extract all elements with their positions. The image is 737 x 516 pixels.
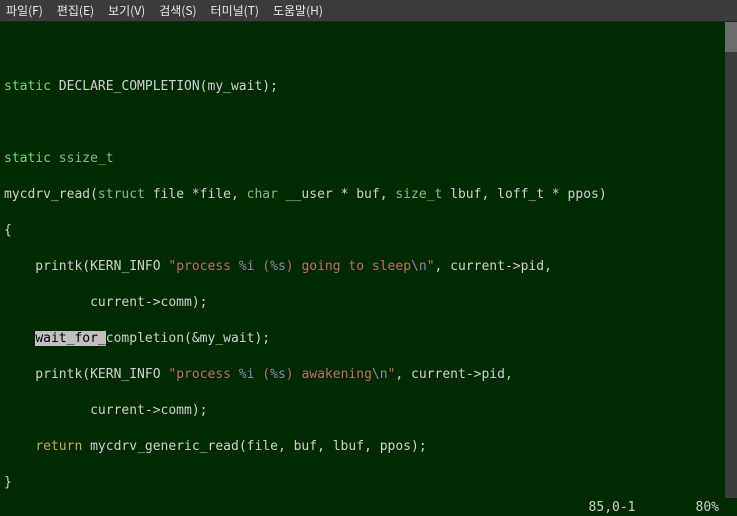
string: ) awakening [286,367,372,382]
menu-help[interactable]: 도움말(H) [273,2,323,19]
string: " [427,259,435,274]
string: "process [168,259,238,274]
string: ( [254,367,270,382]
string: ( [254,259,270,274]
menu-search[interactable]: 검색(S) [159,2,196,19]
menu-file[interactable]: 파일(F) [6,2,43,19]
code-text: DECLARE_COMPLETION(my_wait); [51,79,278,94]
format-spec: %i [239,259,255,274]
code-text: file *file, [145,187,247,202]
editor-pane[interactable]: static DECLARE_COMPLETION(my_wait); stat… [0,22,737,498]
code-text: completion(&my_wait); [106,331,270,346]
type-char: char [247,187,278,202]
keyword-static: static [4,79,51,94]
format-spec: %i [239,367,255,382]
code-text: mycdrv_read( [4,187,98,202]
menu-view[interactable]: 보기(V) [108,2,145,19]
menu-edit[interactable]: 편집(E) [57,2,94,19]
type-size_t: size_t [395,187,442,202]
format-spec: %s [270,367,286,382]
scroll-percentage: 80% [696,500,719,515]
code-text: printk(KERN_INFO [4,259,168,274]
code-text: __user * buf, [278,187,395,202]
code-text: current->comm); [4,403,208,418]
brace-open: { [4,223,12,238]
code-text: printk(KERN_INFO [4,367,168,382]
brace-close: } [4,475,12,490]
string: "process [168,367,238,382]
code-text: lbuf, loff_t * ppos) [442,187,606,202]
menubar: 파일(F) 편집(E) 보기(V) 검색(S) 터미널(T) 도움말(H) [0,0,737,22]
code-text: current->comm); [4,295,208,310]
menu-terminal[interactable]: 터미널(T) [211,2,259,19]
escape-char: \n [411,259,427,274]
type-ssize_t: ssize_t [51,151,114,166]
statusbar: 85,0-1 80% [0,498,737,516]
editor-scrollbar[interactable] [725,22,737,498]
search-highlight: wait_for_ [35,331,105,346]
code-text: , current->pid, [435,259,552,274]
string: ) going to sleep [286,259,411,274]
code-text [4,439,35,454]
code-text: , current->pid, [395,367,512,382]
code-text [4,331,35,346]
keyword-return: return [35,439,82,454]
escape-char: \n [372,367,388,382]
cursor-position: 85,0-1 [589,500,636,515]
format-spec: %s [270,259,286,274]
keyword-struct: struct [98,187,145,202]
scrollbar-thumb[interactable] [725,22,737,52]
code-text: mycdrv_generic_read(file, buf, lbuf, ppo… [82,439,426,454]
keyword-static: static [4,151,51,166]
